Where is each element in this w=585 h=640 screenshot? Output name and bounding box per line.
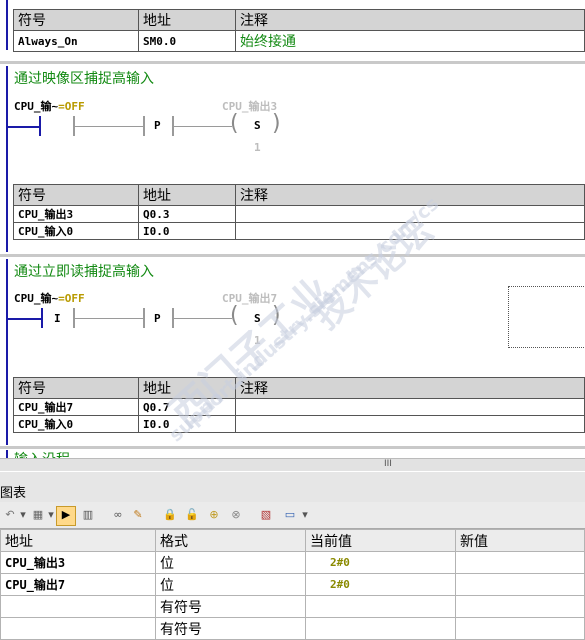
status-chart-table: 地址 格式 当前值 新值 CPU_输出3 位 2#0 CPU_输出7 位 2#0… xyxy=(0,529,585,640)
network-separator xyxy=(0,446,585,449)
new-value-cell[interactable] xyxy=(455,617,585,640)
format-cell[interactable]: 位 xyxy=(155,573,306,596)
col-address: 地址 xyxy=(138,9,236,31)
wire xyxy=(174,126,232,127)
network-rail xyxy=(6,0,8,50)
trend-icon[interactable]: ▧ xyxy=(258,507,274,523)
lock-icon[interactable]: 🔒 xyxy=(162,507,178,523)
glasses-icon[interactable]: ∞ xyxy=(110,507,126,523)
unlock-icon[interactable]: 🔓 xyxy=(184,507,200,523)
immediate-contact-label[interactable]: I xyxy=(54,312,61,325)
address-cell[interactable] xyxy=(0,595,156,618)
coil-count: 1 xyxy=(254,141,261,154)
delete-icon[interactable]: ▦ xyxy=(30,507,46,523)
address-cell[interactable]: CPU_输出7 xyxy=(0,573,156,596)
dropdown-icon[interactable]: ▾ xyxy=(18,507,28,523)
symbol-cell: CPU_输出3 xyxy=(13,205,139,223)
table-row[interactable]: 有符号 xyxy=(0,595,585,618)
contact-label: CPU_输~=OFF xyxy=(14,292,85,305)
col-symbol: 符号 xyxy=(13,377,139,399)
network-rail xyxy=(6,66,8,252)
col-comment: 注释 xyxy=(235,184,585,206)
pencil-icon[interactable]: ✎ xyxy=(130,507,146,523)
current-value-cell xyxy=(305,595,456,618)
wire xyxy=(75,318,143,319)
status-chart-titlebar: 图表 xyxy=(0,472,585,503)
col-comment: 注释 xyxy=(235,377,585,399)
col-comment: 注释 xyxy=(235,9,585,31)
col-address[interactable]: 地址 xyxy=(0,529,156,552)
symbol-cell: CPU_输入0 xyxy=(13,222,139,240)
col-symbol: 符号 xyxy=(13,9,139,31)
coil-left-paren: ( xyxy=(230,111,239,136)
wire xyxy=(174,318,232,319)
address-cell[interactable] xyxy=(0,617,156,640)
new-value-cell[interactable] xyxy=(455,573,585,596)
current-value-cell xyxy=(305,617,456,640)
current-value-cell: 2#0 xyxy=(305,573,456,596)
col-address: 地址 xyxy=(138,184,236,206)
coil-type[interactable]: S xyxy=(254,119,261,132)
scrollbar-grip[interactable]: III xyxy=(384,459,392,469)
network-rail xyxy=(6,259,8,445)
comment-cell xyxy=(235,398,585,416)
col-format[interactable]: 格式 xyxy=(155,529,306,552)
network-rail xyxy=(6,450,8,458)
power-flow xyxy=(8,126,41,128)
col-new-value[interactable]: 新值 xyxy=(455,529,585,552)
network-title[interactable]: 通过映像区捕捉高输入 xyxy=(14,68,154,88)
address-cell: Q0.3 xyxy=(138,205,236,223)
contact-label: CPU_输~=OFF xyxy=(14,100,85,113)
ladder-editor[interactable]: 符号 地址 注释 Always_On SM0.0 始终接通 通过映像区捕捉高输入… xyxy=(0,0,585,458)
dropdown-icon[interactable]: ▾ xyxy=(300,507,310,523)
dropdown-icon[interactable]: ▾ xyxy=(46,507,56,523)
current-value-cell: 2#0 xyxy=(305,551,456,574)
p-contact-label[interactable]: P xyxy=(154,312,161,325)
p-contact-left xyxy=(143,308,145,328)
wire xyxy=(75,126,143,127)
symbol-table-1: 符号 地址 注释 Always_On SM0.0 始终接通 xyxy=(13,9,585,52)
table-row[interactable]: CPU_输出3 位 2#0 xyxy=(0,551,585,574)
symbol-cell: CPU_输入0 xyxy=(13,415,139,433)
new-value-cell[interactable] xyxy=(455,595,585,618)
coil-right-paren: ) xyxy=(272,111,281,136)
chart-run-icon[interactable]: ▶ xyxy=(56,506,76,526)
symbol-cell: CPU_输出7 xyxy=(13,398,139,416)
format-cell[interactable]: 位 xyxy=(155,551,306,574)
p-contact-label[interactable]: P xyxy=(154,119,161,132)
address-cell[interactable]: CPU_输出3 xyxy=(0,551,156,574)
power-flow xyxy=(8,318,41,320)
comment-cell: 始终接通 xyxy=(235,30,585,52)
horizontal-scrollbar[interactable]: III xyxy=(0,458,585,471)
col-symbol: 符号 xyxy=(13,184,139,206)
col-current-value[interactable]: 当前值 xyxy=(305,529,456,552)
network-separator xyxy=(0,61,585,64)
contact-bar[interactable] xyxy=(41,308,43,328)
undo-icon[interactable]: ↶ xyxy=(2,507,18,523)
selection-box[interactable] xyxy=(508,286,585,348)
format-cell[interactable]: 有符号 xyxy=(155,617,306,640)
status-chart-toolbar: ↶ ▾ ▦ ▾ ▶ ▥ ∞ ✎ 🔒 🔓 ⊕ ⊗ ▧ ▭ ▾ xyxy=(0,502,585,529)
symbol-table-3: 符号 地址 注释 CPU_输出7 Q0.7 CPU_输入0 I0.0 xyxy=(13,377,585,433)
network-title-partial: 输入沿程 xyxy=(14,449,70,458)
table-row[interactable]: CPU_输出7 位 2#0 xyxy=(0,573,585,596)
address-cell: I0.0 xyxy=(138,222,236,240)
symbol-cell: Always_On xyxy=(13,30,139,52)
stop-icon[interactable]: ▥ xyxy=(80,507,96,523)
p-contact-left xyxy=(143,116,145,136)
symbol-table-2: 符号 地址 注释 CPU_输出3 Q0.3 CPU_输入0 I0.0 xyxy=(13,184,585,240)
force-icon[interactable]: ⊕ xyxy=(206,507,222,523)
comment-icon[interactable]: ▭ xyxy=(282,507,298,523)
new-value-cell[interactable] xyxy=(455,551,585,574)
format-cell[interactable]: 有符号 xyxy=(155,595,306,618)
unforce-icon[interactable]: ⊗ xyxy=(228,507,244,523)
table-row[interactable]: 有符号 xyxy=(0,617,585,640)
address-cell: SM0.0 xyxy=(138,30,236,52)
network-separator xyxy=(0,254,585,257)
network-title[interactable]: 通过立即读捕捉高输入 xyxy=(14,261,154,281)
status-chart-title: 图表 xyxy=(0,486,27,501)
comment-cell xyxy=(235,415,585,433)
